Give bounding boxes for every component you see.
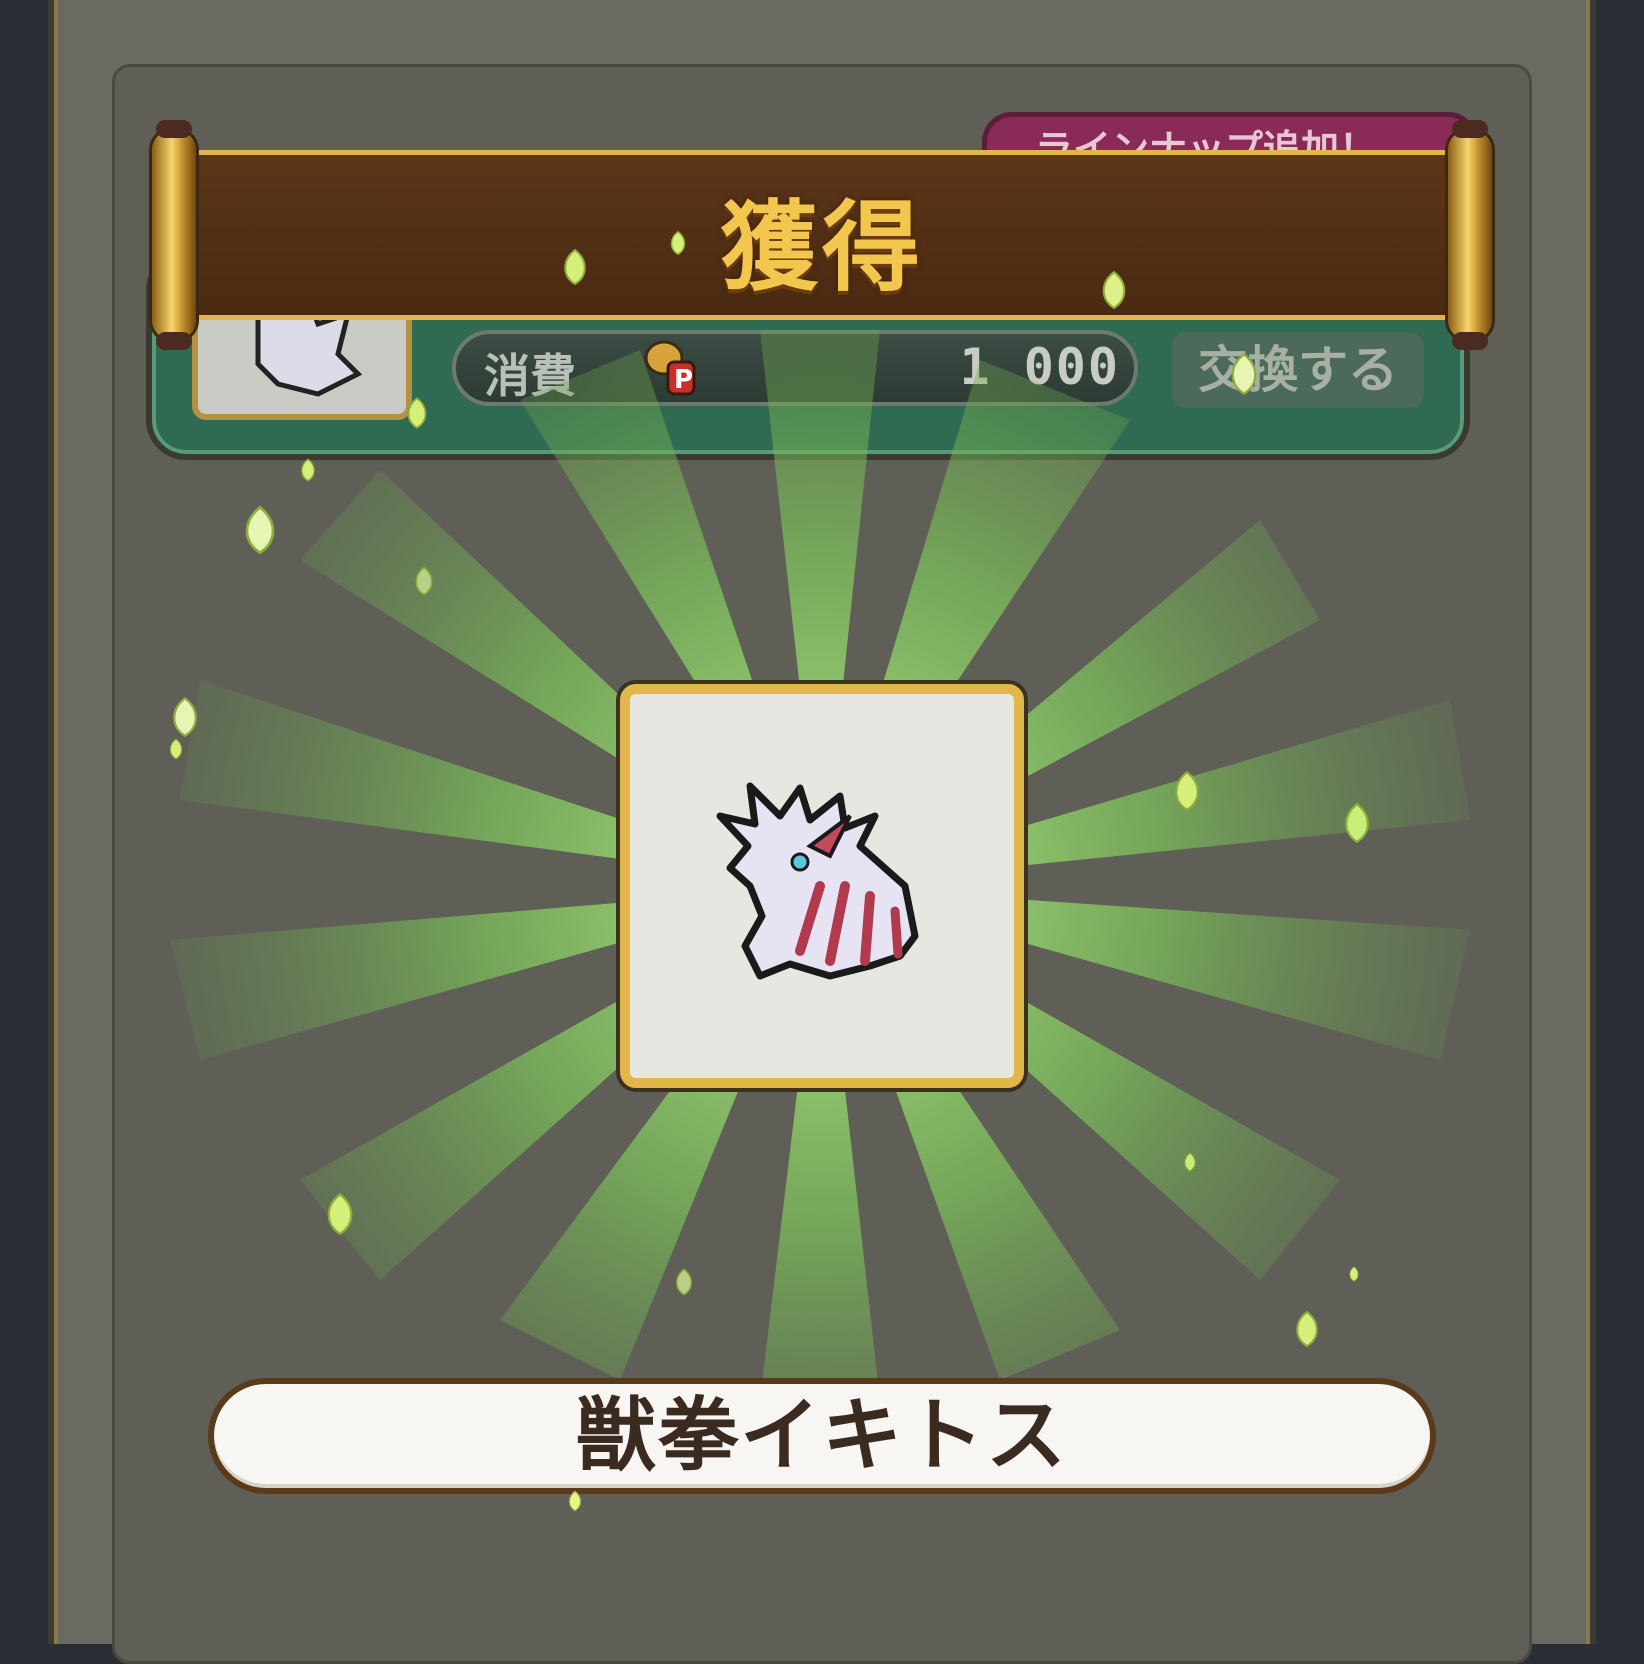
leaf-particle: [245, 505, 275, 555]
leaf-particle: [568, 1490, 582, 1512]
leaf-particle: [1349, 1266, 1359, 1282]
cost-label: 消費: [484, 349, 576, 403]
reward-name: 獣拳イキトス: [576, 1389, 1068, 1482]
cost-value: 1 000: [959, 338, 1120, 396]
svg-text:P: P: [674, 365, 693, 395]
leaf-particle: [1175, 770, 1199, 812]
banner-title: 獲得: [719, 191, 924, 305]
leaf-particle: [670, 230, 686, 256]
leaf-particle: [1184, 1152, 1196, 1172]
leaf-particle: [564, 248, 586, 286]
exchange-button[interactable]: 交換する: [1172, 332, 1424, 408]
leaf-particle: [327, 1192, 353, 1236]
leaf-particle: [1296, 1310, 1318, 1348]
leaf-particle: [1102, 270, 1126, 310]
leaf-particle: [169, 738, 183, 760]
leaf-particle: [173, 696, 197, 738]
leaf-particle: [1345, 802, 1369, 844]
leaf-particle: [1231, 352, 1257, 396]
leaf-particle: [301, 458, 315, 482]
beast-fist-claw-icon: [716, 782, 919, 980]
leaf-particle: [676, 1268, 692, 1296]
leaf-particle: [415, 566, 433, 596]
leaf-particle: [407, 397, 427, 429]
p-point-icon: P: [644, 340, 696, 396]
